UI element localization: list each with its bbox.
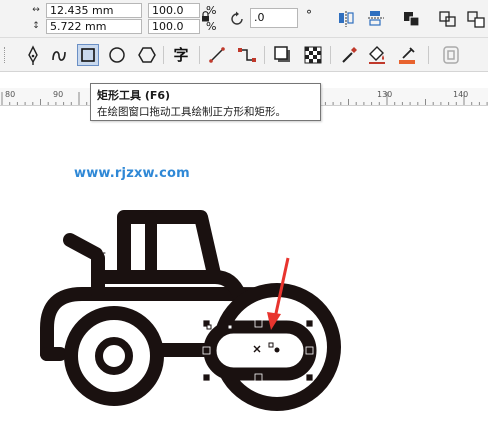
width-scale-field[interactable]: 100.0 — [148, 3, 200, 18]
ruler-label: 140 — [453, 90, 469, 99]
pen-tool-icon[interactable] — [22, 44, 44, 66]
ruler-label: 130 — [377, 90, 393, 99]
toolbox-row: 字 — [0, 38, 488, 72]
width-row: ↔ 12.435 mm 100.0 % — [28, 3, 228, 18]
selected-rounded-rectangle[interactable] — [203, 320, 317, 381]
corner-node[interactable] — [227, 324, 233, 330]
eyedropper-tool-icon[interactable] — [338, 44, 360, 66]
transparency-tool-icon[interactable] — [302, 44, 324, 66]
text-tool-glyph: 字 — [173, 46, 189, 64]
cab-outline — [117, 210, 221, 281]
width-icon: ↔ — [32, 5, 40, 15]
selection-handle[interactable] — [202, 346, 211, 355]
roller-vehicle-drawing — [40, 210, 341, 411]
watermark-text: www.rjzxw.com — [74, 166, 190, 181]
height-field[interactable]: 5.722 mm — [46, 19, 142, 34]
group-objects-icon[interactable] — [402, 9, 422, 29]
lock-ratio-icon[interactable] — [201, 11, 210, 22]
connector-tool-icon[interactable] — [236, 44, 258, 66]
bspline-tool-icon[interactable] — [48, 44, 70, 66]
break-apart-icon[interactable] — [466, 9, 486, 29]
roller-axle-dot — [274, 347, 280, 353]
smart-fill-tool-icon[interactable] — [396, 44, 418, 66]
toolbar-separator — [163, 46, 164, 64]
toolbar-separator — [199, 46, 200, 64]
selection-handle[interactable] — [254, 319, 263, 328]
drop-shadow-tool-icon[interactable] — [272, 44, 294, 66]
fill-tool-icon[interactable] — [366, 44, 388, 66]
ellipse-tool-icon[interactable] — [106, 44, 128, 66]
toolbar-separator — [264, 46, 265, 64]
dimension-tool-icon[interactable] — [206, 44, 228, 66]
rear-wheel — [64, 306, 164, 406]
selection-handle[interactable] — [305, 373, 314, 382]
rectangle-tool-icon[interactable] — [77, 44, 99, 66]
selection-handle[interactable] — [202, 373, 211, 382]
selection-handle[interactable] — [254, 373, 263, 382]
corner-node[interactable] — [206, 324, 212, 330]
polygon-tool-icon[interactable] — [136, 44, 158, 66]
text-tool-icon[interactable]: 字 — [170, 44, 192, 66]
exhaust-pipe — [63, 233, 103, 261]
corner-node[interactable] — [268, 342, 274, 348]
rotation-angle-field[interactable]: .0 — [250, 8, 298, 28]
mirror-horizontal-icon[interactable] — [336, 9, 356, 29]
width-field[interactable]: 12.435 mm — [46, 3, 142, 18]
tool-tooltip: 矩形工具 (F6) 在绘图窗口拖动工具绘制正方形和矩形。 — [90, 83, 321, 121]
toolbar-separator — [330, 46, 331, 64]
mirror-vertical-icon[interactable] — [366, 9, 386, 29]
height-icon: ↕ — [32, 21, 40, 31]
selection-handle[interactable] — [305, 346, 314, 355]
toolbar-grip — [4, 47, 7, 63]
tooltip-description: 在绘图窗口拖动工具绘制正方形和矩形。 — [97, 106, 286, 118]
drawing-canvas[interactable] — [0, 106, 488, 439]
property-bar: ↔ 12.435 mm 100.0 % ↕ 5.722 mm 100.0 % .… — [0, 0, 488, 38]
selection-handle[interactable] — [305, 319, 314, 328]
height-row: ↕ 5.722 mm 100.0 % — [28, 19, 228, 34]
ruler-label: 80 — [5, 90, 16, 99]
combine-icon[interactable] — [438, 9, 458, 29]
height-scale-field[interactable]: 100.0 — [148, 19, 200, 34]
outline-tool-icon[interactable] — [440, 44, 462, 66]
toolbar-separator — [428, 46, 429, 64]
rotation-unit: ° — [306, 8, 312, 22]
tooltip-title: 矩形工具 (F6) — [97, 89, 171, 102]
ruler-label: 90 — [53, 90, 64, 99]
rotate-icon — [231, 11, 243, 25]
